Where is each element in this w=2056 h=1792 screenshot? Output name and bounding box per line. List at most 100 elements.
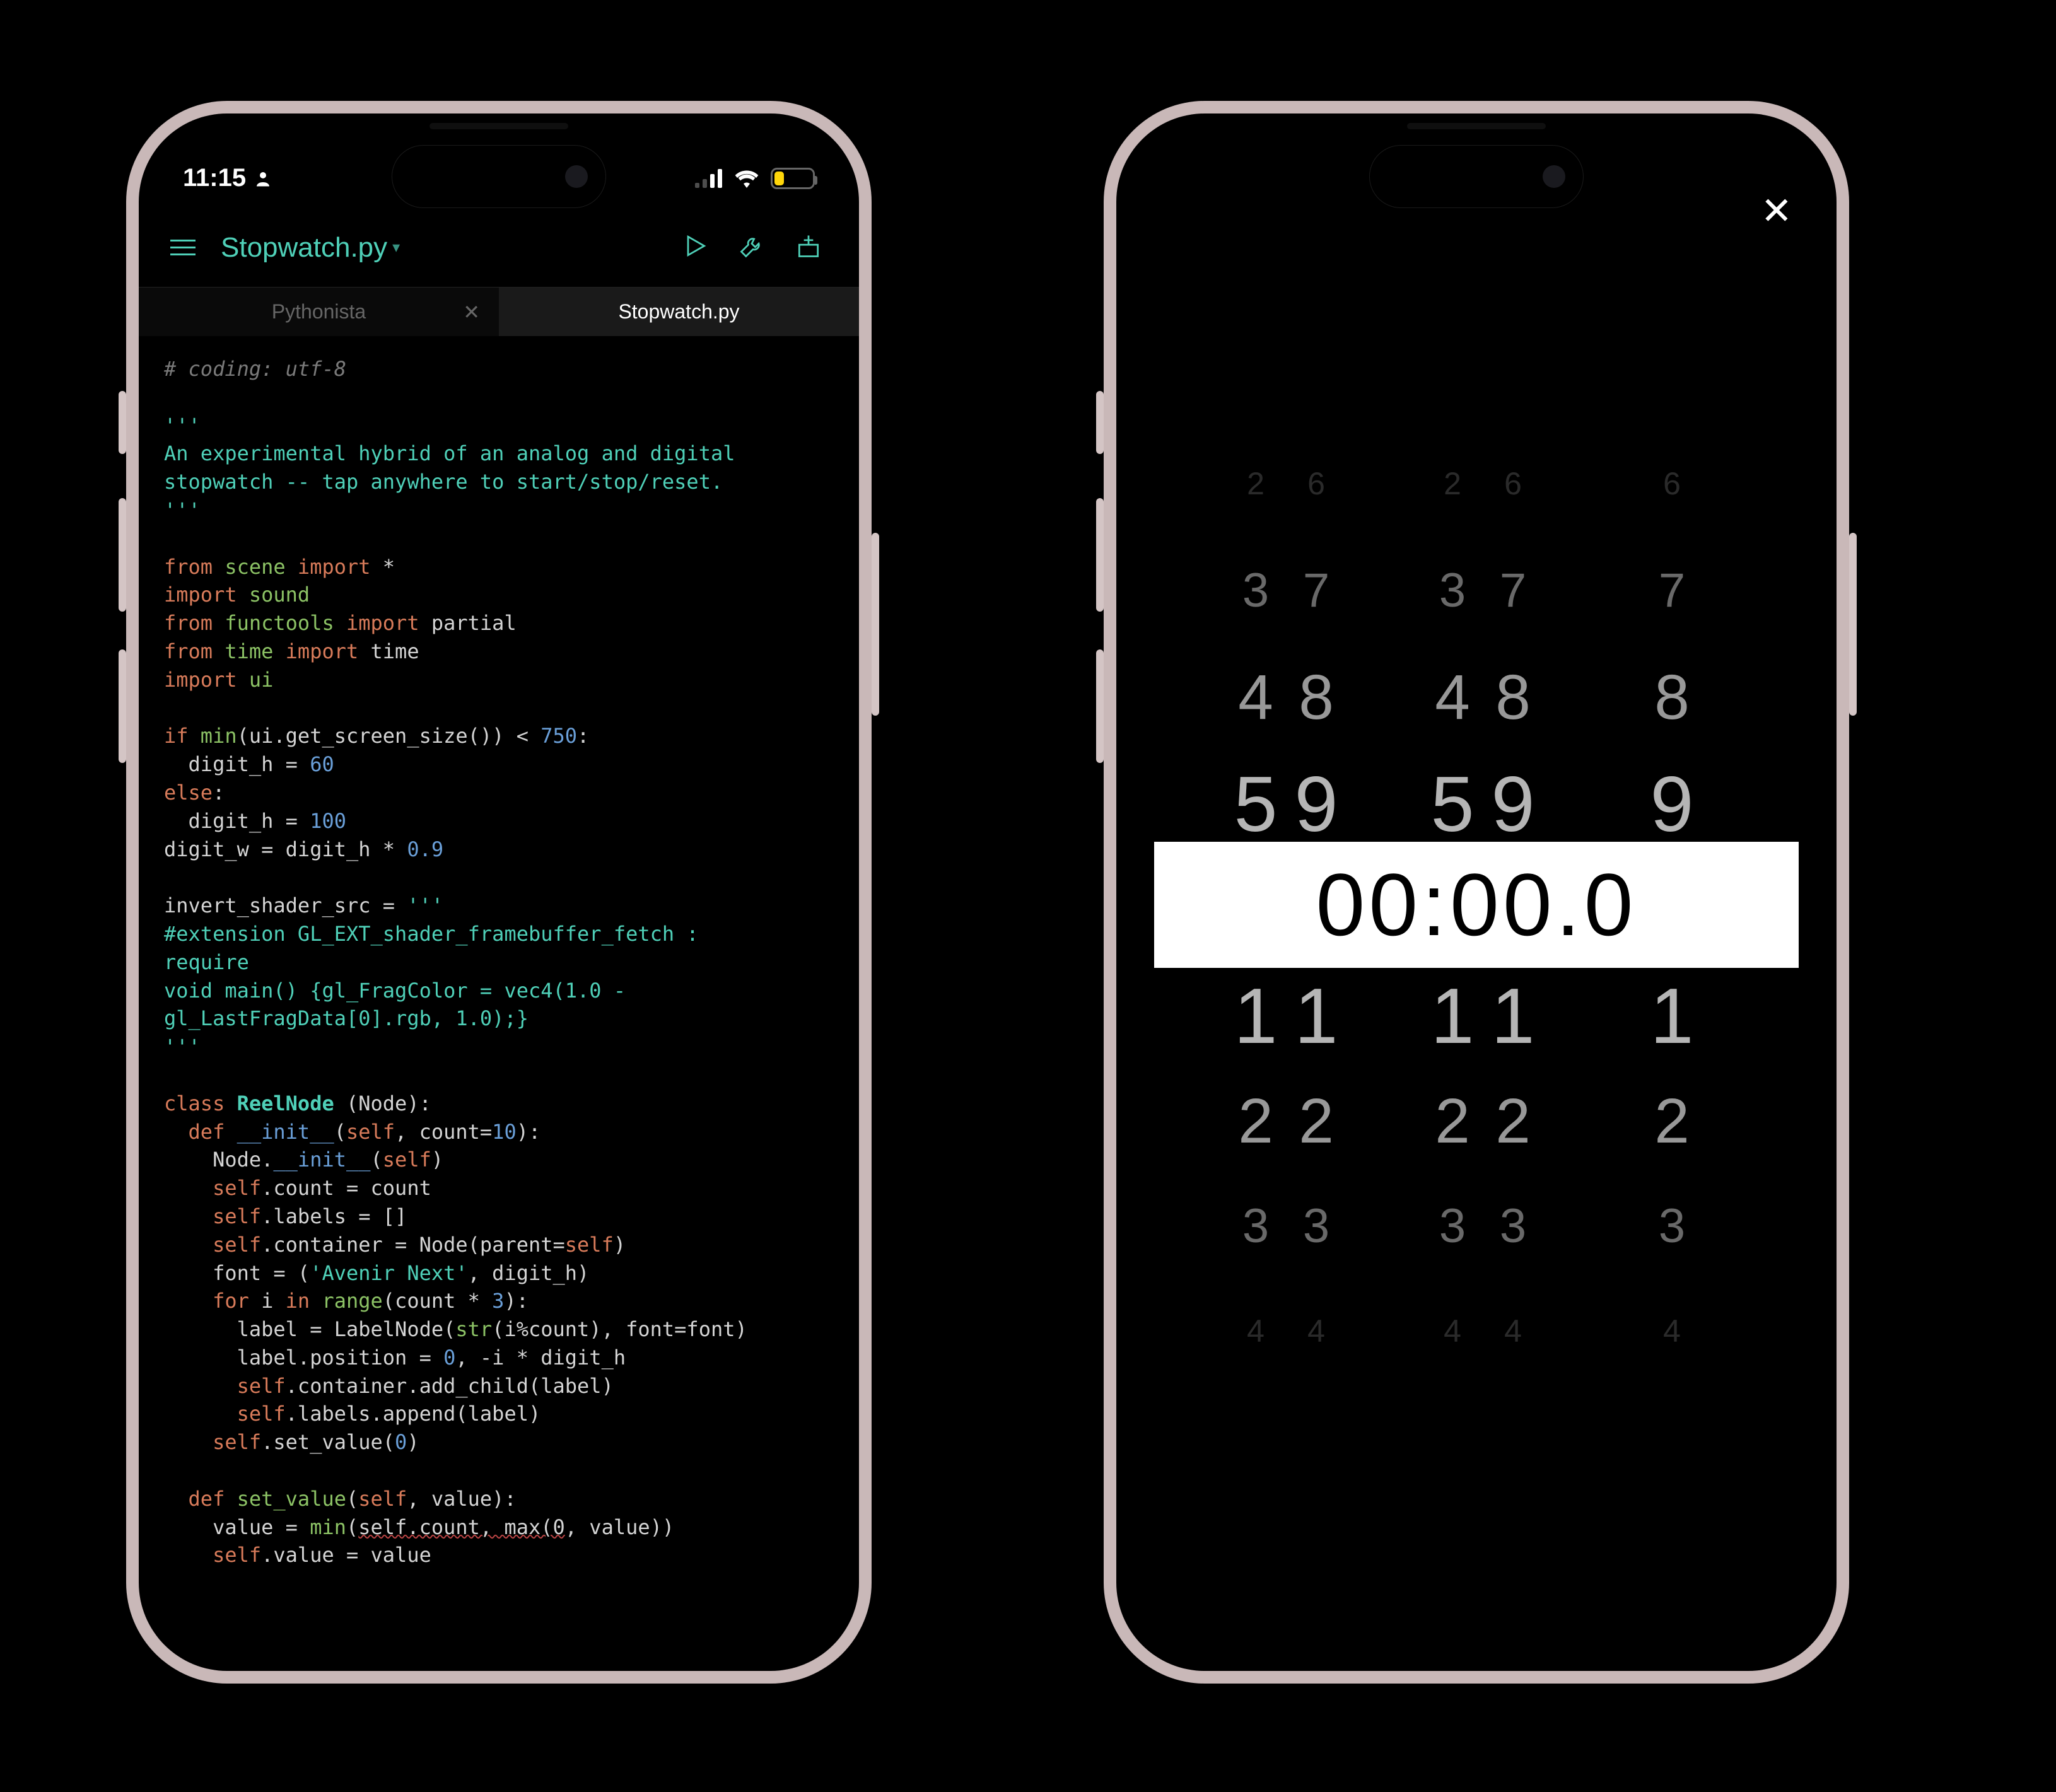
code-line: ''' [164, 1033, 834, 1061]
file-title-dropdown[interactable]: Stopwatch.py ▾ [221, 232, 400, 264]
code-line: digit_h = 100 [164, 807, 834, 835]
reel-digit: 9 [1295, 760, 1338, 849]
code-line: self.set_value(0) [164, 1428, 834, 1457]
code-line: ''' [164, 412, 834, 440]
reel-digit: 4 [1663, 1313, 1681, 1349]
close-button[interactable]: ✕ [1761, 189, 1792, 233]
code-line: require [164, 948, 834, 977]
code-line: An experimental hybrid of an analog and … [164, 439, 834, 468]
code-line [164, 1457, 834, 1485]
tab-bar: Pythonista ✕ Stopwatch.py [139, 287, 859, 336]
reel-digit: 8 [1495, 661, 1531, 734]
code-line: self.count = count [164, 1174, 834, 1202]
tab-stopwatch[interactable]: Stopwatch.py [499, 287, 859, 336]
code-line: gl_LastFragData[0].rgb, 1.0);} [164, 1004, 834, 1033]
stopwatch-reel-row: 59599 [1154, 760, 1799, 838]
phone-left-editor: 11:15 [126, 101, 872, 1684]
run-button[interactable] [676, 227, 714, 268]
code-line: else: [164, 779, 834, 807]
tools-button[interactable] [733, 227, 771, 268]
reel-digit: 3 [1303, 1199, 1329, 1254]
battery-percent: 25 [785, 170, 800, 187]
battery-indicator: 25 [771, 168, 815, 189]
code-editor[interactable]: # coding: utf-8 '''An experimental hybri… [139, 336, 859, 1588]
volume-up-button [119, 498, 126, 612]
reel-digit: 6 [1504, 465, 1522, 502]
code-line: self.value = value [164, 1541, 834, 1569]
front-camera [1543, 165, 1565, 188]
cellular-signal-icon [695, 169, 723, 188]
code-line: from functools import partial [164, 609, 834, 637]
reel-digit: 6 [1307, 465, 1325, 502]
reel-digit: 2 [1299, 1085, 1334, 1158]
status-time: 11:15 [183, 164, 246, 192]
volume-down-button [1096, 649, 1104, 763]
code-line [164, 694, 834, 723]
code-line [164, 863, 834, 892]
code-line: font = ('Avenir Next', digit_h) [164, 1259, 834, 1288]
stopwatch-reel-row: 37377 [1154, 563, 1799, 611]
code-line: self.container = Node(parent=self) [164, 1231, 834, 1259]
reel-digit: 4 [1435, 661, 1470, 734]
code-line: import sound [164, 581, 834, 609]
dynamic-island [392, 145, 606, 208]
stopwatch-face[interactable]: 2626637377484885959900:00.01111122222333… [1116, 113, 1837, 1671]
speaker-grille [1407, 123, 1546, 129]
volume-up-button [1096, 498, 1104, 612]
reel-digit: 7 [1500, 563, 1526, 618]
reel-digit: 8 [1299, 661, 1334, 734]
code-line: self.container.add_child(label) [164, 1372, 834, 1400]
power-button [1849, 533, 1857, 716]
side-button [1096, 391, 1104, 454]
reel-digit: 1 [1295, 972, 1338, 1061]
menu-button[interactable] [164, 233, 202, 262]
code-line: ''' [164, 496, 834, 525]
reel-digit: 2 [1247, 465, 1265, 502]
speaker-grille [429, 123, 568, 129]
side-button [119, 391, 126, 454]
reel-digit: 4 [1444, 1313, 1461, 1349]
volume-down-button [119, 649, 126, 763]
tab-pythonista[interactable]: Pythonista ✕ [139, 287, 499, 336]
reel-digit: 2 [1435, 1085, 1470, 1158]
code-line: self.labels.append(label) [164, 1400, 834, 1428]
add-button[interactable] [790, 227, 827, 268]
code-line [164, 1061, 834, 1090]
code-line: # coding: utf-8 [164, 355, 834, 383]
reel-digit: 7 [1659, 563, 1685, 618]
phone-right-stopwatch: ✕ 2626637377484885959900:00.011111222223… [1104, 101, 1849, 1684]
dynamic-island [1369, 145, 1584, 208]
file-title: Stopwatch.py [221, 232, 387, 264]
stopwatch-reel-row: 11111 [1154, 972, 1799, 1050]
reel-digit: 1 [1650, 972, 1694, 1061]
reel-digit: 3 [1659, 1199, 1685, 1254]
reel-digit: 2 [1495, 1085, 1531, 1158]
reel-digit: 4 [1238, 661, 1273, 734]
code-line: label = LabelNode(str(i%count), font=fon… [164, 1315, 834, 1344]
reel-digit: 4 [1307, 1313, 1325, 1349]
close-tab-icon[interactable]: ✕ [463, 300, 480, 324]
code-line: invert_shader_src = ''' [164, 892, 834, 920]
stopwatch-reel-row: 26266 [1154, 465, 1799, 497]
stopwatch-display-text: 00:00.0 [1154, 854, 1799, 956]
code-line: void main() {gl_FragColor = vec4(1.0 - [164, 977, 834, 1005]
reel-digit: 7 [1303, 563, 1329, 618]
reel-digit: 5 [1431, 760, 1475, 849]
code-line: def set_value(self, value): [164, 1485, 834, 1513]
stopwatch-reel-row: 22222 [1154, 1085, 1799, 1148]
front-camera [565, 165, 588, 188]
reel-digit: 1 [1234, 972, 1278, 1061]
code-line: #extension GL_EXT_shader_framebuffer_fet… [164, 920, 834, 948]
reel-digit: 4 [1247, 1313, 1265, 1349]
reel-digit: 3 [1242, 1199, 1269, 1254]
editor-toolbar: Stopwatch.py ▾ [139, 208, 859, 287]
code-line [164, 383, 834, 412]
reel-digit: 4 [1504, 1313, 1522, 1349]
code-line: def __init__(self, count=10): [164, 1118, 834, 1146]
reel-digit: 9 [1492, 760, 1535, 849]
reel-digit: 3 [1242, 563, 1269, 618]
code-line: self.labels = [] [164, 1202, 834, 1231]
reel-digit: 9 [1650, 760, 1694, 849]
code-line: for i in range(count * 3): [164, 1287, 834, 1315]
code-line: if min(ui.get_screen_size()) < 750: [164, 722, 834, 750]
